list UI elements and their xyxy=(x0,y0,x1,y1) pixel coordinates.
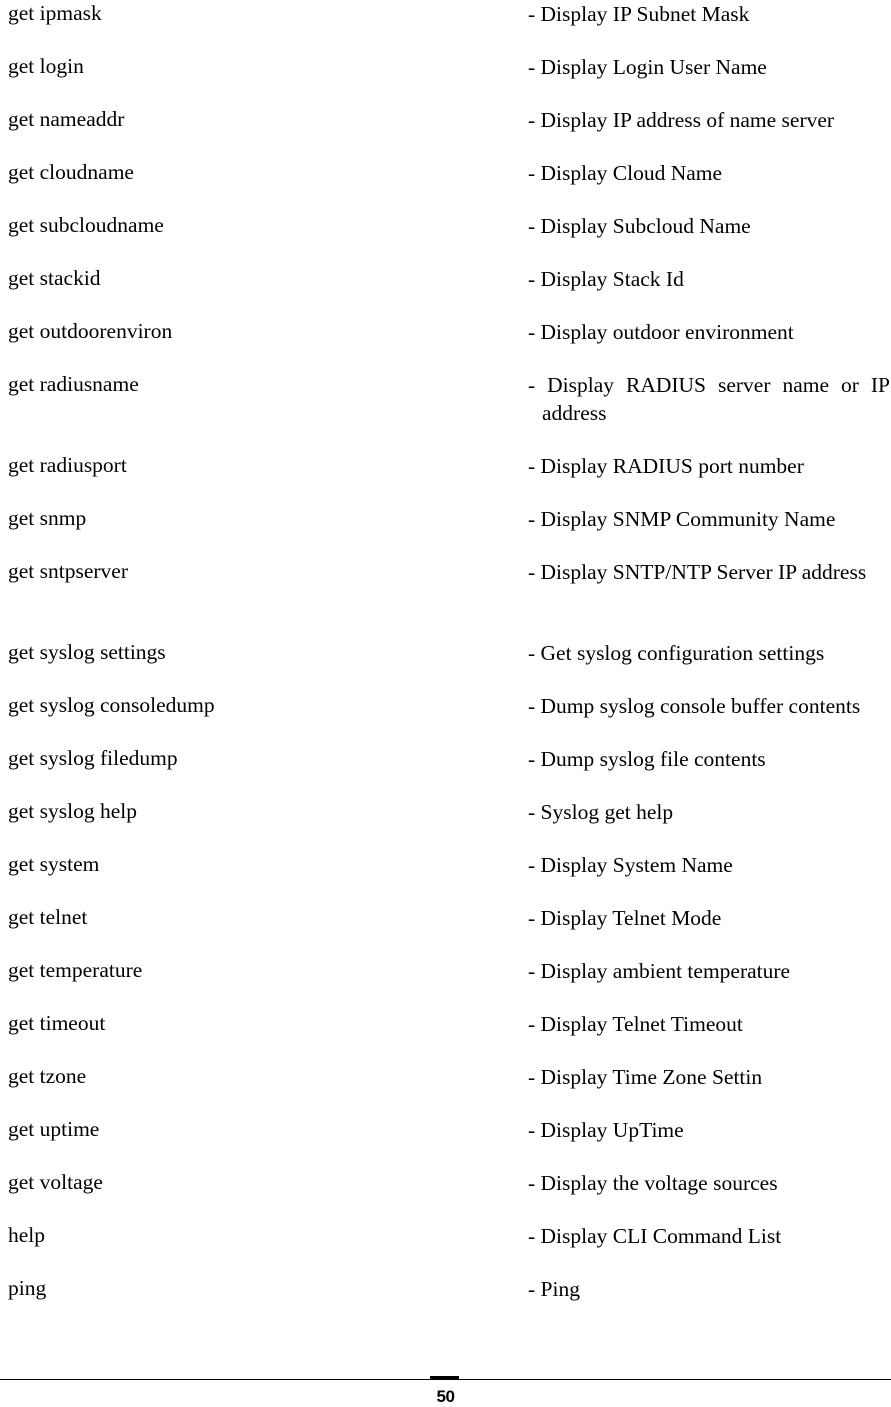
command-description-text: - Display IP Subnet Mask xyxy=(528,2,750,26)
command-row: get uptime - Display UpTime xyxy=(0,1116,891,1169)
command-row: get login - Display Login User Name xyxy=(0,53,891,106)
command-description-text: - Display RADIUS port number xyxy=(528,454,804,478)
command-name: help xyxy=(8,1223,46,1247)
command-row: get stackid - Display Stack Id xyxy=(0,265,891,318)
command-name: get cloudname xyxy=(8,160,134,184)
command-row: get syslog consoledump - Dump syslog cons… xyxy=(0,692,891,745)
command-description-text: - Display UpTime xyxy=(528,1118,684,1142)
command-name: get syslog filedump xyxy=(8,746,178,770)
command-row: get radiusname - Display RADIUS server na… xyxy=(0,371,891,452)
command-description-text: - Get syslog configuration settings xyxy=(528,641,825,665)
command-description-text: - Dump syslog console buffer contents xyxy=(528,694,861,718)
command-description-text: - Ping xyxy=(528,1277,580,1301)
command-description: - Dump syslog file contents xyxy=(528,745,890,773)
command-name: get syslog help xyxy=(8,799,137,823)
command-description-text: - Display CLI Command List xyxy=(528,1224,782,1248)
command-name: get subcloudname xyxy=(8,213,164,237)
command-reference-list: get ipmask - Display IP Subnet Mask get lo… xyxy=(0,0,891,1328)
command-row: get radiusport - Display RADIUS port numb… xyxy=(0,452,891,505)
command-row: get outdoorenviron - Display outdoor envi… xyxy=(0,318,891,371)
command-description: - Display Telnet Timeout xyxy=(528,1010,890,1038)
command-name: get voltage xyxy=(8,1170,103,1194)
command-description-text: - Display ambient temperature xyxy=(528,959,791,983)
command-description: - Display the voltage sources xyxy=(528,1169,890,1197)
footer-divider-tick xyxy=(430,1376,459,1380)
command-description: - Display RADIUS port number xyxy=(528,452,890,480)
command-name: get tzone xyxy=(8,1064,87,1088)
command-name: get syslog settings xyxy=(8,640,166,664)
command-row: get subcloudname - Display Subcloud Name xyxy=(0,212,891,265)
command-description-text: - Display the voltage sources xyxy=(528,1171,778,1195)
command-description: - Display outdoor environment xyxy=(528,318,890,346)
command-row: get nameaddr - Display IP address of name… xyxy=(0,106,891,159)
command-name: get sntpserver xyxy=(8,559,129,583)
command-row: get telnet - Display Telnet Mode xyxy=(0,904,891,957)
command-description-text: - Display IP address of name server xyxy=(528,108,835,132)
command-row: get voltage - Display the voltage sources xyxy=(0,1169,891,1222)
command-name: get timeout xyxy=(8,1011,106,1035)
command-name: get stackid xyxy=(8,266,101,290)
command-description-text: - Display RADIUS server name or IP addre… xyxy=(528,373,890,425)
command-description-text: - Display Telnet Timeout xyxy=(528,1012,743,1036)
command-description: - Display System Name xyxy=(528,851,890,879)
command-description-text: - Display Subcloud Name xyxy=(528,214,751,238)
page-number: 50 xyxy=(436,1387,455,1406)
command-description: - Display ambient temperature xyxy=(528,957,890,985)
command-row: get sntpserver - Display SNTP/NTP Server … xyxy=(0,558,891,639)
command-description: - Display SNTP/NTP Server IP address xyxy=(528,558,890,586)
command-description: - Display IP address of name server xyxy=(528,106,890,134)
command-description-text: - Display System Name xyxy=(528,853,733,877)
command-name: get telnet xyxy=(8,905,88,929)
command-description: - Display Subcloud Name xyxy=(528,212,890,240)
command-row: get syslog settings - Get syslog configur… xyxy=(0,639,891,692)
command-row: get tzone - Display Time Zone Settin xyxy=(0,1063,891,1116)
command-description: - Display Stack Id xyxy=(528,265,890,293)
command-description: - Get syslog configuration settings xyxy=(528,639,890,667)
command-description-text: - Display SNMP Community Name xyxy=(528,507,836,531)
command-description-text: - Dump syslog file contents xyxy=(528,747,766,771)
command-row: get syslog filedump - Dump syslog file co… xyxy=(0,745,891,798)
command-description-text: - Display Time Zone Settin xyxy=(528,1065,763,1089)
command-description-text: - Display Login User Name xyxy=(528,55,767,79)
command-description: - Display SNMP Community Name xyxy=(528,505,890,533)
command-name: get nameaddr xyxy=(8,107,125,131)
command-row: get temperature - Display ambient tempera… xyxy=(0,957,891,1010)
command-name: get radiusport xyxy=(8,453,127,477)
command-description: - Dump syslog console buffer contents xyxy=(528,692,890,720)
command-description: - Display Login User Name xyxy=(528,53,890,81)
command-name: get login xyxy=(8,54,84,78)
command-description: - Display Cloud Name xyxy=(528,159,890,187)
command-row: get ipmask - Display IP Subnet Mask xyxy=(0,0,891,53)
command-row: get system - Display System Name xyxy=(0,851,891,904)
command-description-text: - Display Cloud Name xyxy=(528,161,723,185)
command-name: get outdoorenviron xyxy=(8,319,173,343)
command-name: get syslog consoledump xyxy=(8,693,215,717)
command-description: - Syslog get help xyxy=(528,798,890,826)
command-name: get system xyxy=(8,852,100,876)
command-name: get ipmask xyxy=(8,1,102,25)
command-row: get timeout - Display Telnet Timeout xyxy=(0,1010,891,1063)
command-row: get cloudname - Display Cloud Name xyxy=(0,159,891,212)
command-description: - Display IP Subnet Mask xyxy=(528,0,890,28)
command-description: - Display UpTime xyxy=(528,1116,890,1144)
command-row: get snmp - Display SNMP Community Name xyxy=(0,505,891,558)
command-description-text: - Display Stack Id xyxy=(528,267,684,291)
command-description: - Display Telnet Mode xyxy=(528,904,890,932)
command-name: get snmp xyxy=(8,506,87,530)
command-row: help - Display CLI Command List xyxy=(0,1222,891,1275)
command-description: - Ping xyxy=(528,1275,890,1303)
command-description-text: - Syslog get help xyxy=(528,800,674,824)
command-name: ping xyxy=(8,1276,47,1300)
command-row: get syslog help - Syslog get help xyxy=(0,798,891,851)
command-name: get radiusname xyxy=(8,372,139,396)
command-description-text: - Display SNTP/NTP Server IP address xyxy=(528,560,867,584)
command-name: get uptime xyxy=(8,1117,100,1141)
command-description-text: - Display outdoor environment xyxy=(528,320,794,344)
command-name: get temperature xyxy=(8,958,143,982)
command-row: ping - Ping xyxy=(0,1275,891,1328)
command-description: - Display Time Zone Settin xyxy=(528,1063,890,1091)
command-description: - Display CLI Command List xyxy=(528,1222,890,1250)
command-description-text: - Display Telnet Mode xyxy=(528,906,722,930)
command-description: - Display RADIUS server name or IP addre… xyxy=(528,371,890,427)
